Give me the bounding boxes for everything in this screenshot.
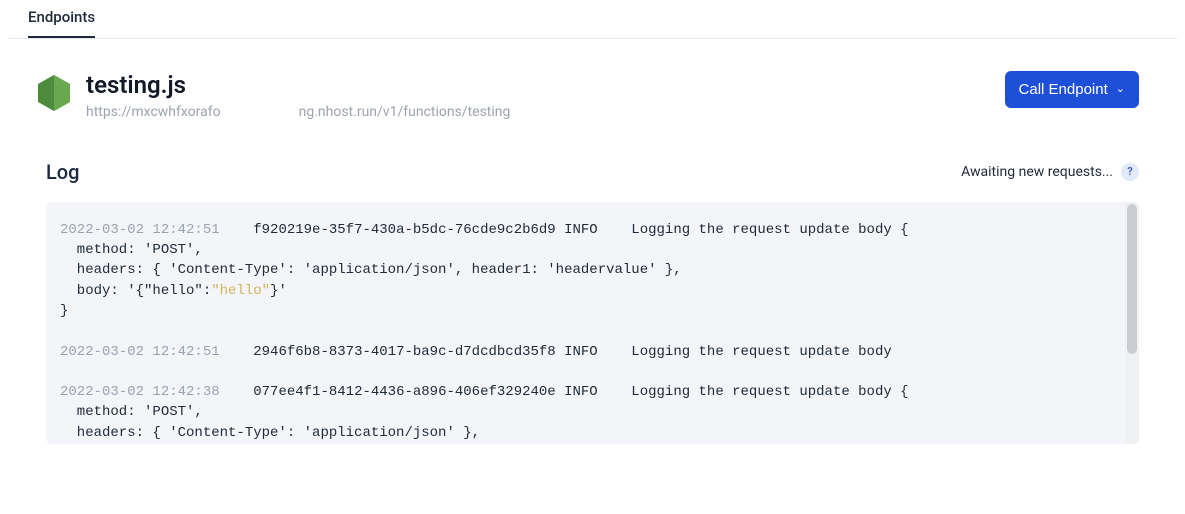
log-output[interactable]: 2022-03-02 12:42:51 f920219e-35f7-430a-b…: [46, 202, 1139, 444]
scrollbar-thumb[interactable]: [1127, 204, 1137, 354]
page-header: testing.js https://mxcwhfxorafong.nhost.…: [0, 39, 1185, 120]
tab-endpoints[interactable]: Endpoints: [28, 0, 95, 38]
header-text: testing.js https://mxcwhfxorafong.nhost.…: [86, 71, 510, 120]
log-title: Log: [46, 160, 80, 184]
awaiting-status: Awaiting new requests... ?: [961, 163, 1139, 181]
awaiting-label: Awaiting new requests...: [961, 164, 1113, 180]
nodejs-icon: [36, 73, 72, 113]
chevron-down-icon: ⌄: [1116, 84, 1125, 95]
header-left: testing.js https://mxcwhfxorafong.nhost.…: [36, 71, 510, 120]
log-header: Log Awaiting new requests... ?: [46, 160, 1139, 184]
call-endpoint-label: Call Endpoint: [1019, 81, 1108, 98]
function-url: https://mxcwhfxorafong.nhost.run/v1/func…: [86, 104, 510, 120]
log-section: Log Awaiting new requests... ? 2022-03-0…: [0, 160, 1185, 444]
call-endpoint-button[interactable]: Call Endpoint ⌄: [1005, 71, 1139, 108]
tabs-bar: Endpoints: [8, 0, 1177, 39]
scrollbar-track[interactable]: [1125, 202, 1139, 444]
function-title: testing.js: [86, 71, 510, 100]
log-box-wrap: 2022-03-02 12:42:51 f920219e-35f7-430a-b…: [46, 202, 1139, 444]
help-icon[interactable]: ?: [1121, 163, 1139, 181]
